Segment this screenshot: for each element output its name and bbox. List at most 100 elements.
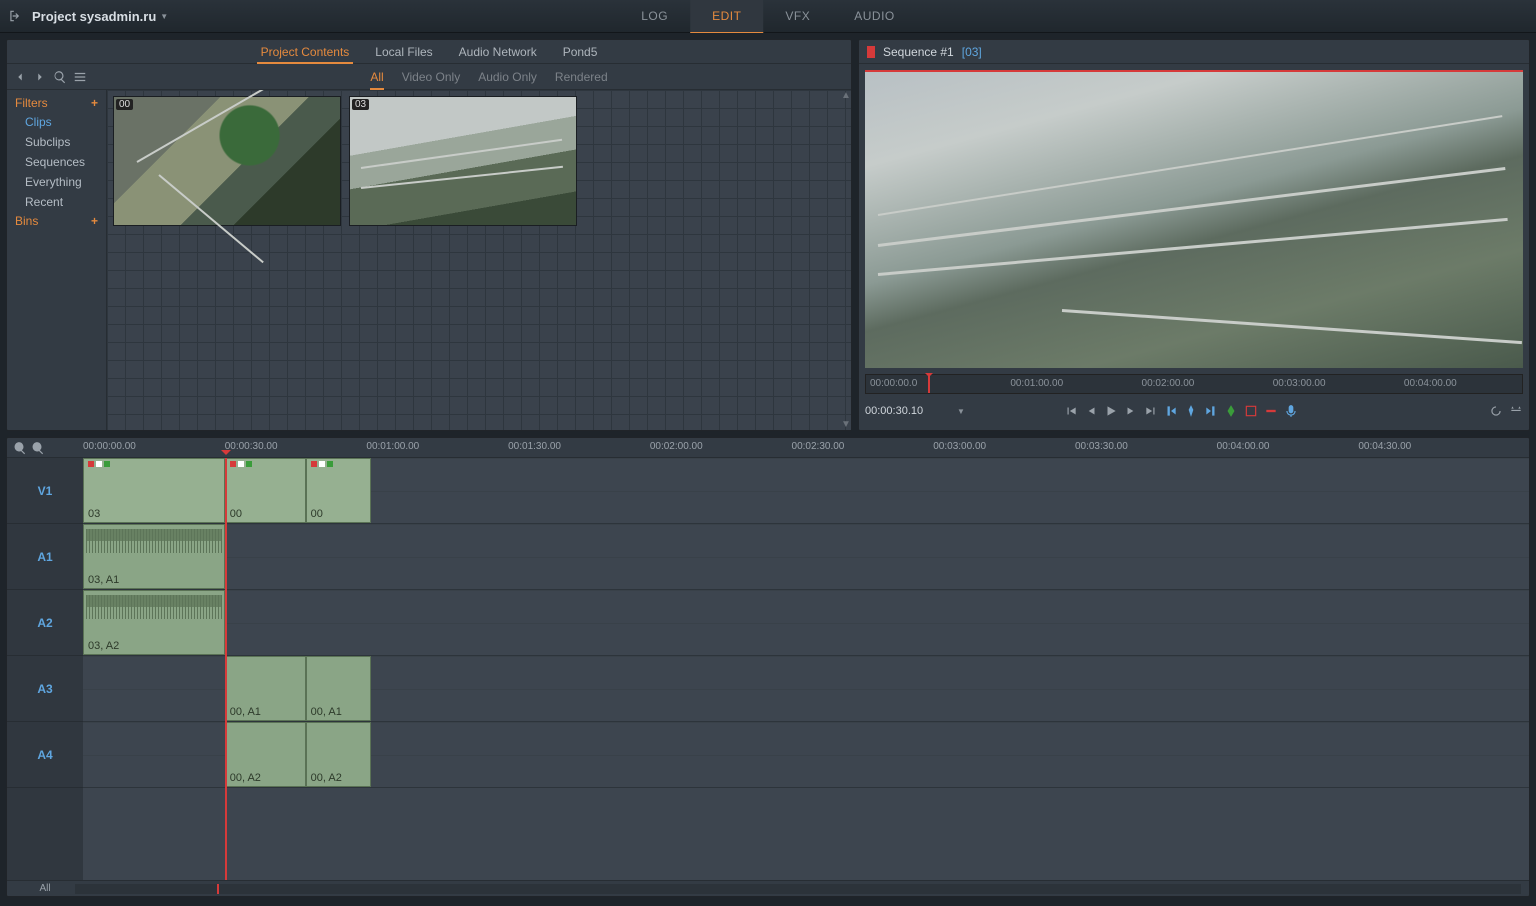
nav-back-icon[interactable]	[13, 70, 27, 84]
loop-range-icon[interactable]	[1509, 404, 1523, 418]
goto-end-icon[interactable]	[1144, 404, 1158, 418]
timeline-clip[interactable]: 00	[306, 458, 371, 523]
filter-audio-only[interactable]: Audio Only	[478, 64, 537, 90]
scrub-mark: 00:01:00.00	[1010, 378, 1063, 389]
ruler-mark: 00:00:00.00	[83, 441, 136, 452]
track-lanes[interactable]: 03 00 00 03, A1	[83, 458, 1529, 880]
viewer-scrubber[interactable]: 00:00:00.0 00:01:00.00 00:02:00.00 00:03…	[865, 374, 1523, 394]
ruler-mark: 00:01:30.00	[508, 441, 561, 452]
timecode-dropdown-icon[interactable]: ▼	[957, 407, 965, 416]
timeline-clip[interactable]: 00, A2	[306, 722, 371, 787]
track-head-a4[interactable]: A4	[7, 722, 83, 788]
add-filter-icon[interactable]: +	[91, 96, 98, 110]
track-lane-a1[interactable]: 03, A1	[83, 524, 1529, 590]
zoom-out-icon[interactable]	[31, 441, 45, 455]
goto-start-icon[interactable]	[1064, 404, 1078, 418]
clip-label: 03	[88, 508, 100, 520]
footer-all-label[interactable]: All	[15, 883, 75, 894]
timeline-clip[interactable]: 00, A2	[225, 722, 306, 787]
scrub-mark: 00:02:00.00	[1142, 378, 1195, 389]
sidebar-filters-head[interactable]: Filters +	[15, 94, 98, 112]
viewer-panel: Sequence #1 [03] 00:00:00.0 00:01:00.00 …	[858, 39, 1530, 431]
waveform-icon	[86, 595, 222, 619]
sidebar-item-recent[interactable]: Recent	[15, 192, 98, 212]
mark-in-icon[interactable]	[1164, 404, 1178, 418]
filter-all[interactable]: All	[370, 64, 383, 90]
clip-label: 00, A2	[230, 772, 261, 784]
timeline-scrollbar[interactable]	[75, 884, 1521, 894]
timeline-ruler[interactable]: 00:00:00.00 00:00:30.00 00:01:00.00 00:0…	[7, 438, 1529, 458]
insert-icon[interactable]	[1244, 404, 1258, 418]
mode-tabs: LOG EDIT VFX AUDIO	[619, 0, 917, 33]
play-icon[interactable]	[1104, 404, 1118, 418]
ruler-mark: 00:04:00.00	[1217, 441, 1270, 452]
scrub-mark: 00:00:00.0	[870, 378, 917, 389]
tab-audio-network[interactable]: Audio Network	[455, 40, 541, 64]
thumbnail-badge: 03	[352, 99, 369, 110]
ruler-mark: 00:02:00.00	[650, 441, 703, 452]
filter-rendered[interactable]: Rendered	[555, 64, 608, 90]
track-lane-a2[interactable]: 03, A2	[83, 590, 1529, 656]
track-lane-a3[interactable]: 00, A1 00, A1	[83, 656, 1529, 722]
add-bin-icon[interactable]: +	[91, 214, 98, 228]
step-back-icon[interactable]	[1084, 404, 1098, 418]
timeline-clip[interactable]: 00, A1	[306, 656, 371, 721]
sidebar-item-sequences[interactable]: Sequences	[15, 152, 98, 172]
timeline-clip[interactable]: 03	[83, 458, 225, 523]
tab-vfx[interactable]: VFX	[763, 0, 832, 33]
loop-icon[interactable]	[1489, 404, 1503, 418]
library-toolbar: All Video Only Audio Only Rendered	[7, 64, 851, 90]
clip-thumbnail[interactable]: 03	[349, 96, 577, 226]
timecode-display[interactable]: 00:00:30.10	[865, 405, 945, 417]
library-grid[interactable]: 00 03	[107, 90, 851, 430]
scroll-up-icon[interactable]: ▲	[841, 90, 851, 101]
timeline-playhead[interactable]	[225, 458, 227, 880]
sidebar-item-subclips[interactable]: Subclips	[15, 132, 98, 152]
track-head-a3[interactable]: A3	[7, 656, 83, 722]
track-lane-a4[interactable]: 00, A2 00, A2	[83, 722, 1529, 788]
search-icon[interactable]	[53, 70, 67, 84]
viewer-canvas[interactable]	[865, 70, 1523, 368]
track-lane-v1[interactable]: 03 00 00	[83, 458, 1529, 524]
marker-icon[interactable]	[1184, 404, 1198, 418]
list-view-icon[interactable]	[73, 70, 87, 84]
timeline-clip[interactable]: 03, A1	[83, 524, 225, 589]
scrub-playhead-icon[interactable]	[925, 375, 933, 393]
library-scrollbar[interactable]: ▲ ▼	[839, 90, 851, 430]
project-dropdown-icon[interactable]: ▼	[160, 12, 168, 21]
add-marker-icon[interactable]	[1224, 404, 1238, 418]
sidebar-item-clips[interactable]: Clips	[15, 112, 98, 132]
mark-out-icon[interactable]	[1204, 404, 1218, 418]
nav-forward-icon[interactable]	[33, 70, 47, 84]
scroll-down-icon[interactable]: ▼	[841, 419, 851, 430]
clip-thumbnail[interactable]: 00	[113, 96, 341, 226]
tab-local-files[interactable]: Local Files	[371, 40, 436, 64]
tab-pond5[interactable]: Pond5	[559, 40, 602, 64]
track-head-v1[interactable]: V1	[7, 458, 83, 524]
tab-log[interactable]: LOG	[619, 0, 690, 33]
zoom-in-icon[interactable]	[13, 441, 27, 455]
overwrite-icon[interactable]	[1264, 404, 1278, 418]
voiceover-icon[interactable]	[1284, 404, 1298, 418]
sequence-name[interactable]: Sequence #1	[883, 45, 954, 59]
viewer-right-controls	[1489, 404, 1523, 418]
tab-audio[interactable]: AUDIO	[832, 0, 917, 33]
track-head-a1[interactable]: A1	[7, 524, 83, 590]
ruler-mark: 00:03:30.00	[1075, 441, 1128, 452]
project-title[interactable]: Project sysadmin.ru	[32, 9, 156, 24]
filter-video-only[interactable]: Video Only	[402, 64, 460, 90]
timeline-clip[interactable]: 00	[225, 458, 306, 523]
ruler-mark: 00:04:30.00	[1358, 441, 1411, 452]
timeline-footer: All	[7, 880, 1529, 896]
step-forward-icon[interactable]	[1124, 404, 1138, 418]
tab-project-contents[interactable]: Project Contents	[257, 40, 354, 64]
tab-edit[interactable]: EDIT	[690, 0, 763, 33]
sidebar-item-everything[interactable]: Everything	[15, 172, 98, 192]
exit-icon[interactable]	[8, 9, 22, 23]
track-head-a2[interactable]: A2	[7, 590, 83, 656]
clip-label: 00	[230, 508, 242, 520]
sidebar-bins-head[interactable]: Bins +	[15, 212, 98, 230]
library-sidebar: Filters + Clips Subclips Sequences Every…	[7, 90, 107, 430]
timeline-clip[interactable]: 00, A1	[225, 656, 306, 721]
timeline-clip[interactable]: 03, A2	[83, 590, 225, 655]
